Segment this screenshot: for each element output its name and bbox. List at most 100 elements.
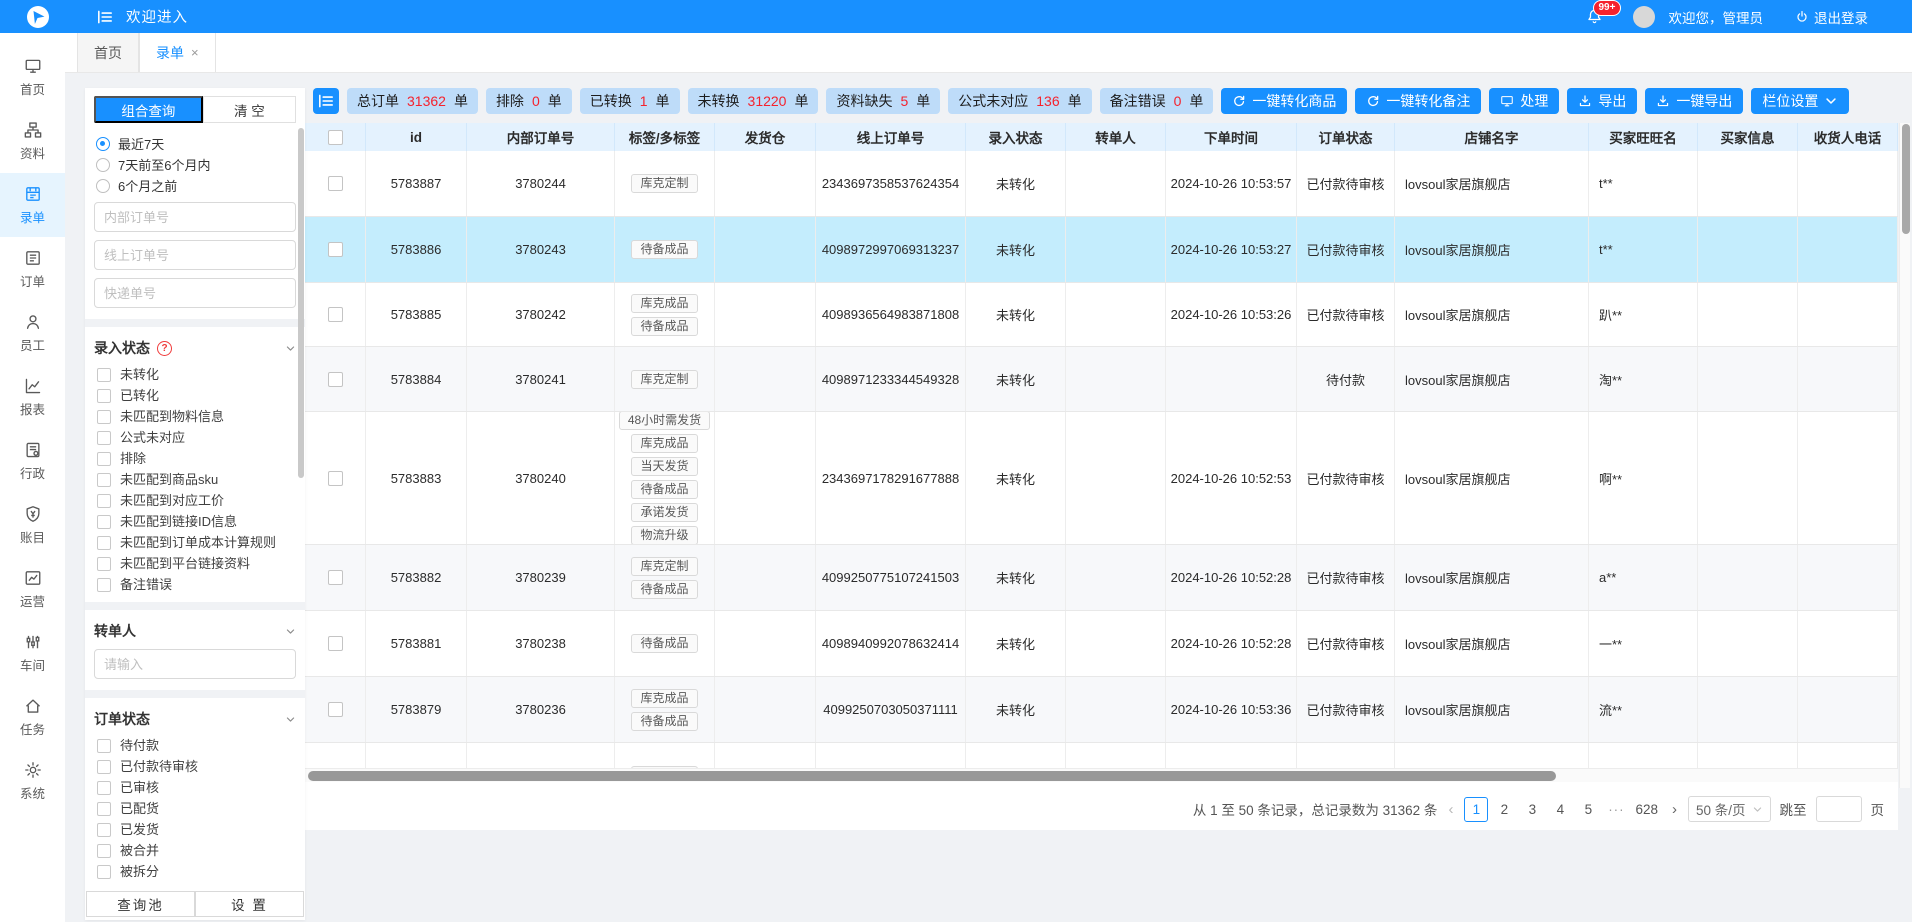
sidebar-item-录单[interactable]: 录单 [0,173,65,237]
page-size-select[interactable]: 50 条/页 [1688,796,1771,822]
row-checkbox[interactable] [328,307,343,322]
filter-checkbox[interactable]: 未匹配到对应工价 [94,490,296,511]
horizontal-scrollbar-thumb[interactable] [308,771,1556,781]
filter-checkbox[interactable]: 未匹配到平台链接资料 [94,553,296,574]
jump-page-input[interactable] [1816,796,1862,822]
sidebar-item-系统[interactable]: 系统 [0,749,65,813]
query-pool-button[interactable]: 查询池 [86,891,195,917]
table-row[interactable]: 57838853780242库克成品待备成品409893656498387180… [305,283,1898,347]
action-button-一键转化商品[interactable]: 一键转化商品 [1221,88,1347,114]
sidebar-item-资料[interactable]: 资料 [0,109,65,173]
filter-input-快递单号[interactable] [94,278,296,308]
row-checkbox[interactable] [328,242,343,257]
table-row[interactable]: 57838823780239库克定制待备成品409925077510724150… [305,545,1898,611]
filter-checkbox[interactable]: 未匹配到订单成本计算规则 [94,532,296,553]
filter-checkbox[interactable]: 被拆分 [94,861,296,882]
sidebar-item-账目[interactable]: 账目 [0,493,65,557]
notification-bell-icon[interactable]: 99+ [1586,8,1603,25]
date-range-radio[interactable]: 6个月之前 [96,175,296,196]
stat-badge[interactable]: 总订单 31362 单 [347,88,478,114]
cell-entry-status: 未转化 [966,283,1066,346]
tab-home[interactable]: 首页 [77,33,139,72]
sidebar-item-行政[interactable]: 行政 [0,429,65,493]
prev-page-button[interactable]: ‹ [1446,801,1455,818]
tab-order-entry[interactable]: 录单 × [139,33,216,72]
filter-checkbox[interactable]: 已付款待审核 [94,756,296,777]
settings-button[interactable]: 设 置 [195,891,304,917]
table-row[interactable]: 57838783780235库克成品4099250731873190411未转化… [305,743,1898,768]
filter-input-线上订单号[interactable] [94,240,296,270]
tab-close-icon[interactable]: × [191,45,199,60]
batch-list-button[interactable] [313,88,339,114]
page-button-2[interactable]: 2 [1492,797,1516,822]
vertical-scrollbar-thumb[interactable] [1902,124,1910,234]
filter-checkbox[interactable]: 未匹配到链接ID信息 [94,511,296,532]
page-button-5[interactable]: 5 [1576,797,1600,822]
filter-checkbox[interactable]: 已转化 [94,385,296,406]
sidebar-item-员工[interactable]: 员工 [0,301,65,365]
entry-status-section-header[interactable]: 录入状态 ? [94,334,296,362]
row-checkbox[interactable] [328,570,343,585]
sidebar-item-首页[interactable]: 首页 [0,45,65,109]
menu-fold-icon[interactable] [96,8,114,26]
date-range-radio[interactable]: 7天前至6个月内 [96,154,296,175]
select-all-checkbox[interactable] [328,130,343,145]
sidebar-item-订单[interactable]: 订单 [0,237,65,301]
help-question-icon[interactable]: ? [157,341,172,356]
order-status-section-header[interactable]: 订单状态 [94,705,296,733]
action-button-导出[interactable]: 导出 [1567,88,1637,114]
row-checkbox[interactable] [328,471,343,486]
page-button-4[interactable]: 4 [1548,797,1572,822]
sidebar-item-报表[interactable]: 报表 [0,365,65,429]
row-checkbox[interactable] [328,636,343,651]
clear-button[interactable]: 清 空 [203,96,296,123]
table-row[interactable]: 5783883378024048小时需发货库克成品当天发货待备成品承诺发货物流升… [305,412,1898,545]
sidebar-item-运营[interactable]: 运营 [0,557,65,621]
table-row[interactable]: 57838793780236库克成品待备成品409925070305037111… [305,677,1898,743]
transfer-section-header[interactable]: 转单人 [94,617,296,645]
action-button-一键导出[interactable]: 一键导出 [1645,88,1743,114]
user-avatar[interactable] [1633,6,1655,28]
table-row[interactable]: 57838873780244库克定制2343697358537624354未转化… [305,151,1898,217]
cell-buyer-wangwang: 淘** [1589,347,1698,411]
row-checkbox[interactable] [328,702,343,717]
page-button-628[interactable]: 628 [1632,797,1661,822]
table-row[interactable]: 57838863780243待备成品4098972997069313237未转化… [305,217,1898,283]
table-row[interactable]: 57838813780238待备成品4098940992078632414未转化… [305,611,1898,677]
filter-checkbox[interactable]: 公式未对应 [94,427,296,448]
filter-input-内部订单号[interactable] [94,202,296,232]
filter-checkbox[interactable]: 备注错误 [94,574,296,595]
action-button-一键转化备注[interactable]: 一键转化备注 [1355,88,1481,114]
page-button-3[interactable]: 3 [1520,797,1544,822]
row-checkbox[interactable] [328,372,343,387]
table-row[interactable]: 57838843780241库克定制4098971233344549328未转化… [305,347,1898,412]
date-range-radio[interactable]: 最近7天 [96,133,296,154]
stat-badge[interactable]: 公式未对应 136 单 [948,88,1091,114]
filter-checkbox[interactable]: 被合并 [94,840,296,861]
transfer-person-input[interactable] [94,649,296,679]
filter-checkbox[interactable]: 未匹配到物料信息 [94,406,296,427]
combined-search-button[interactable]: 组合查询 [94,96,203,123]
sidebar-item-任务[interactable]: 任务 [0,685,65,749]
logout-button[interactable]: 退出登录 [1795,7,1868,27]
action-button-处理[interactable]: 处理 [1489,88,1559,114]
filter-checkbox[interactable]: 未转化 [94,364,296,385]
filter-checkbox[interactable]: 未匹配到商品sku [94,469,296,490]
action-button-栏位设置[interactable]: 栏位设置 [1751,88,1849,114]
page-button-1[interactable]: 1 [1464,797,1488,822]
sidebar-item-车间[interactable]: 车间 [0,621,65,685]
stat-badge[interactable]: 资料缺失 5 单 [826,88,940,114]
filter-checkbox[interactable]: 已配货 [94,798,296,819]
filter-checkbox[interactable]: 已审核 [94,777,296,798]
row-checkbox[interactable] [328,176,343,191]
stat-badge[interactable]: 已转换 1 单 [580,88,680,114]
stat-badge[interactable]: 排除 0 单 [486,88,572,114]
stat-badge[interactable]: 备注错误 0 单 [1100,88,1214,114]
next-page-button[interactable]: › [1670,801,1679,818]
stats-badges: 总订单 31362 单 排除 0 单 已转换 1 单 未转换 31220 单 资… [347,88,1213,114]
stat-badge[interactable]: 未转换 31220 单 [688,88,819,114]
filter-checkbox[interactable]: 已发货 [94,819,296,840]
filter-scrollbar[interactable] [298,128,304,478]
filter-checkbox[interactable]: 待付款 [94,735,296,756]
filter-checkbox[interactable]: 排除 [94,448,296,469]
